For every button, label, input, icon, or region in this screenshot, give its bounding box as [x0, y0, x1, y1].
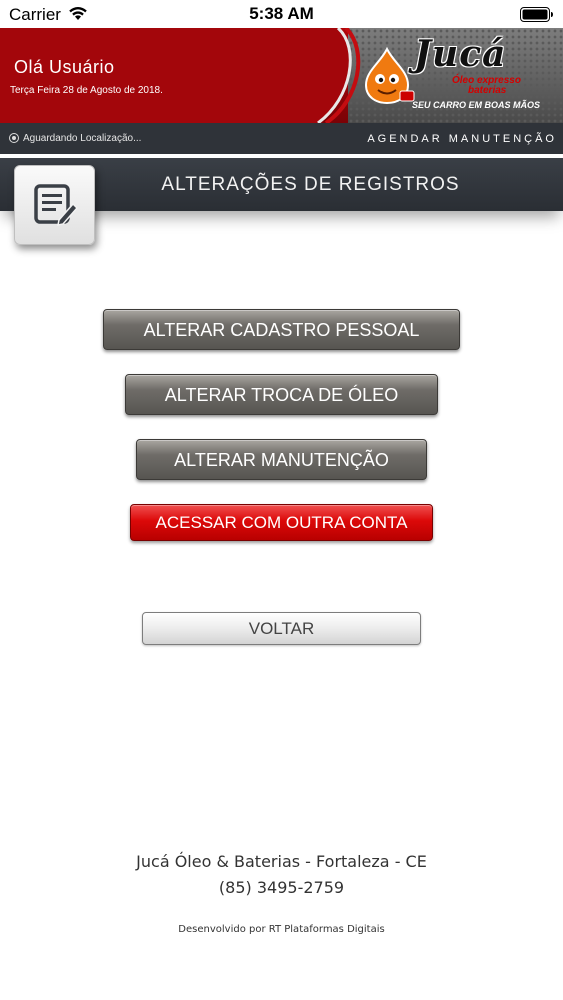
location-bar: Aguardando Localização... AGENDAR MANUTE… [0, 123, 563, 154]
logo-tagline: SEU CARRO EM BOAS MÃOS [412, 100, 541, 110]
back-button[interactable]: VOLTAR [142, 612, 421, 645]
footer-phone: (85) 3495-2759 [218, 878, 345, 897]
footer-company: Jucá Óleo & Baterias - Fortaleza - CE [136, 852, 427, 871]
logo-brand-text: Jucá [414, 33, 507, 75]
location-status-text: Aguardando Localização... [23, 133, 142, 144]
edit-document-icon [34, 184, 79, 226]
edit-profile-button[interactable]: ALTERAR CADASTRO PESSOAL [103, 309, 460, 350]
oil-drop-mascot-icon [364, 46, 415, 105]
switch-account-button[interactable]: ACESSAR COM OUTRA CONTA [130, 504, 433, 541]
brand-logo: Jucá Óleo expresso baterias SEU CARRO EM… [352, 31, 557, 119]
clock: 5:38 AM [249, 4, 314, 23]
app-header: Olá Usuário Terça Feira 28 de Agosto de … [0, 28, 563, 123]
location-status-icon [9, 133, 19, 143]
edit-oil-change-button[interactable]: ALTERAR TROCA DE ÓLEO [125, 374, 438, 415]
page-icon-tile [14, 165, 95, 245]
schedule-maintenance-button[interactable]: AGENDAR MANUTENÇÃO [367, 133, 557, 145]
greeting-text: Olá Usuário [14, 57, 115, 77]
edit-maintenance-button[interactable]: ALTERAR MANUTENÇÃO [136, 439, 427, 480]
logo-line-2: baterias [468, 85, 507, 96]
status-bar: Carrier 5:38 AM [0, 0, 563, 28]
date-text: Terça Feira 28 de Agosto de 2018. [10, 85, 163, 96]
battery-icon [520, 7, 553, 22]
footer-developer-credit: Desenvolvido por RT Plataformas Digitais [178, 924, 385, 935]
